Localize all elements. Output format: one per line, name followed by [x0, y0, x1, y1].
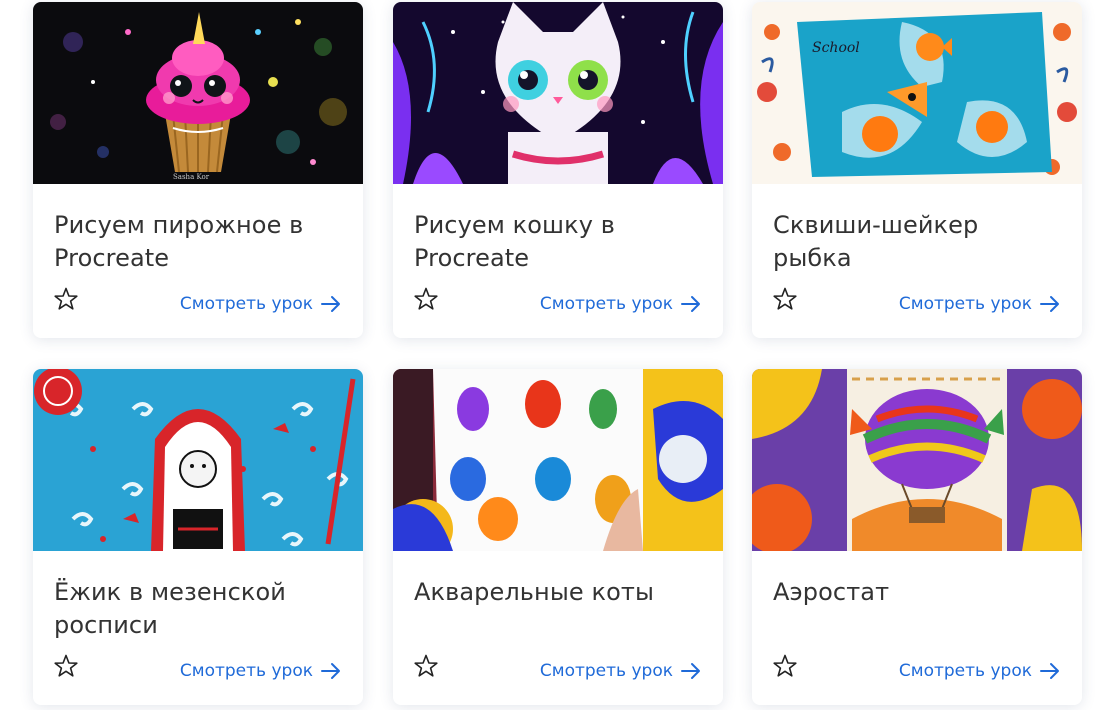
watch-lesson-link[interactable]: Смотреть урок — [540, 293, 702, 315]
lesson-title[interactable]: Рисуем кошку в Procreate — [414, 209, 704, 275]
arrow-right-icon — [1040, 663, 1059, 679]
star-outline-icon[interactable] — [53, 653, 79, 679]
lesson-thumbnail-watercolor-cats[interactable] — [393, 369, 723, 551]
balloon-illustration — [752, 369, 1082, 551]
lesson-card[interactable]: Аэростат Смотреть урок — [752, 369, 1082, 705]
watch-lesson-link[interactable]: Смотреть урок — [540, 660, 702, 682]
arrow-right-icon — [681, 663, 700, 679]
star-outline-icon[interactable] — [413, 286, 439, 312]
mezen-hedgehog-illustration — [33, 369, 363, 551]
star-outline-icon[interactable] — [772, 653, 798, 679]
watch-lesson-link[interactable]: Смотреть урок — [899, 293, 1061, 315]
lesson-thumbnail-mezen-hedgehog[interactable] — [33, 369, 363, 551]
watercolor-cats-illustration — [393, 369, 723, 551]
lesson-title[interactable]: Акварельные коты — [414, 576, 704, 609]
lesson-thumbnail-cupcake[interactable]: Sasha Kor — [33, 2, 363, 184]
lesson-thumbnail-squishy-fish[interactable]: School — [752, 2, 1082, 184]
arrow-right-icon — [681, 296, 700, 312]
thumb-signature: Sasha Kor — [173, 173, 210, 181]
watch-lesson-label: Смотреть урок — [539, 294, 673, 314]
lesson-thumbnail-balloon[interactable] — [752, 369, 1082, 551]
lesson-title[interactable]: Сквиши-шейкер рыбка — [773, 209, 1063, 275]
star-outline-icon[interactable] — [772, 286, 798, 312]
star-outline-icon[interactable] — [53, 286, 79, 312]
lesson-title[interactable]: Аэростат — [773, 576, 1063, 609]
arrow-right-icon — [1040, 296, 1059, 312]
lesson-card[interactable]: Акварельные коты Смотреть урок — [393, 369, 723, 705]
watch-lesson-label: Смотреть урок — [898, 294, 1032, 314]
lesson-card[interactable]: School Сквиши-шейкер рыбка Смотреть урок — [752, 2, 1082, 338]
watch-lesson-label: Смотреть урок — [898, 661, 1032, 681]
thumb-sign-text: School — [812, 40, 860, 56]
lesson-thumbnail-cat[interactable] — [393, 2, 723, 184]
cupcake-illustration: Sasha Kor — [33, 2, 363, 184]
watch-lesson-label: Смотреть урок — [539, 661, 673, 681]
squishy-fish-illustration: School — [752, 2, 1082, 184]
watch-lesson-link[interactable]: Смотреть урок — [180, 660, 342, 682]
lesson-grid: Sasha Kor Рисуем пирожное в Procreate См… — [0, 0, 1108, 710]
watch-lesson-link[interactable]: Смотреть урок — [899, 660, 1061, 682]
lesson-card[interactable]: Sasha Kor Рисуем пирожное в Procreate См… — [33, 2, 363, 338]
star-outline-icon[interactable] — [413, 653, 439, 679]
lesson-card[interactable]: Ёжик в мезенской росписи Смотреть урок — [33, 369, 363, 705]
watch-lesson-link[interactable]: Смотреть урок — [180, 293, 342, 315]
lesson-title[interactable]: Рисуем пирожное в Procreate — [54, 209, 344, 275]
arrow-right-icon — [321, 663, 340, 679]
lesson-card[interactable]: Рисуем кошку в Procreate Смотреть урок — [393, 2, 723, 338]
watch-lesson-label: Смотреть урок — [179, 661, 313, 681]
arrow-right-icon — [321, 296, 340, 312]
watch-lesson-label: Смотреть урок — [179, 294, 313, 314]
cat-illustration — [393, 2, 723, 184]
lesson-title[interactable]: Ёжик в мезенской росписи — [54, 576, 344, 642]
